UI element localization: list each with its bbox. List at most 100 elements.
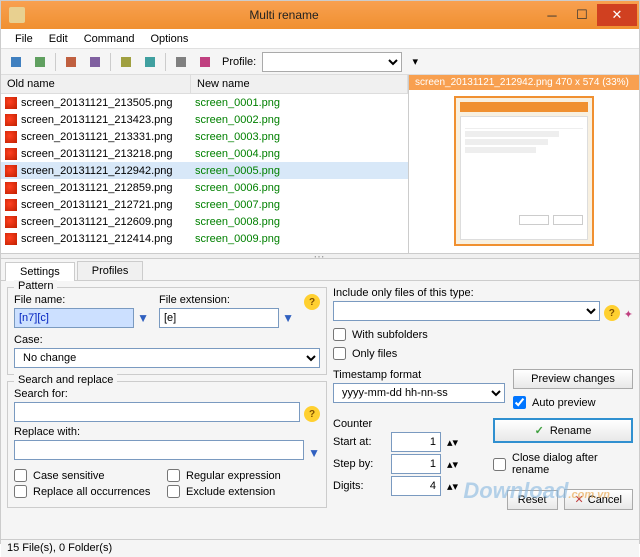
auto-preview-checkbox[interactable] [513, 396, 526, 409]
tool-icon-3[interactable] [60, 51, 82, 73]
x-icon: ✕ [575, 493, 584, 506]
case-sensitive-checkbox[interactable] [14, 469, 27, 482]
replace-with-input[interactable] [14, 440, 304, 460]
case-label: Case: [14, 334, 320, 346]
step-by-input[interactable] [391, 454, 441, 474]
tool-icon-1[interactable] [5, 51, 27, 73]
app-icon [9, 7, 25, 23]
digits-input[interactable] [391, 476, 441, 496]
file-new-name: screen_0004.png [195, 148, 280, 160]
preview-pane: screen_20131121_212942.png 470 x 574 (33… [409, 75, 639, 253]
with-subfolders-label: With subfolders [352, 329, 428, 341]
menu-options[interactable]: Options [142, 31, 196, 47]
close-after-checkbox[interactable] [493, 458, 506, 471]
only-files-label: Only files [352, 348, 397, 360]
step-spinner-icon[interactable]: ▴▾ [447, 458, 458, 471]
search-for-label: Search for: [14, 388, 300, 400]
file-new-name: screen_0009.png [195, 233, 280, 245]
extension-label: File extension: [159, 294, 294, 306]
auto-preview-label: Auto preview [532, 397, 596, 409]
window-title: Multi rename [31, 8, 537, 22]
profile-dropdown-icon[interactable]: ▾ [404, 51, 426, 73]
file-old-name: screen_20131121_212609.png [21, 216, 195, 228]
status-bar: 15 File(s), 0 Folder(s) [1, 539, 639, 557]
menu-command[interactable]: Command [76, 31, 143, 47]
file-icon [5, 165, 17, 177]
tool-icon-2[interactable] [29, 51, 51, 73]
extension-input[interactable] [159, 308, 279, 328]
close-button[interactable]: ✕ [597, 4, 637, 26]
replace-dropdown-icon[interactable]: ▼ [308, 446, 320, 460]
column-new-name[interactable]: New name [191, 75, 408, 93]
pattern-help-icon[interactable]: ? [304, 294, 320, 310]
column-old-name[interactable]: Old name [1, 75, 191, 93]
file-icon [5, 199, 17, 211]
case-sensitive-label: Case sensitive [33, 470, 105, 482]
with-subfolders-checkbox[interactable] [333, 328, 346, 341]
tool-icon-6[interactable] [139, 51, 161, 73]
file-icon [5, 216, 17, 228]
cancel-button[interactable]: ✕Cancel [564, 489, 633, 510]
case-select[interactable]: No change [14, 348, 320, 368]
file-row[interactable]: screen_20131121_213218.pngscreen_0004.pn… [1, 145, 408, 162]
start-spinner-icon[interactable]: ▴▾ [447, 436, 458, 449]
minimize-button[interactable]: ─ [537, 4, 567, 26]
file-old-name: screen_20131121_213218.png [21, 148, 195, 160]
file-new-name: screen_0003.png [195, 131, 280, 143]
tab-profiles[interactable]: Profiles [77, 261, 144, 280]
timestamp-label: Timestamp format [333, 369, 505, 381]
replace-all-checkbox[interactable] [14, 485, 27, 498]
include-help-icon[interactable]: ? [604, 305, 620, 321]
digits-spinner-icon[interactable]: ▴▾ [447, 480, 458, 493]
tool-icon-4[interactable] [84, 51, 106, 73]
file-old-name: screen_20131121_212414.png [21, 233, 195, 245]
include-types-select[interactable] [333, 301, 600, 321]
menu-edit[interactable]: Edit [41, 31, 76, 47]
file-row[interactable]: screen_20131121_212859.pngscreen_0006.pn… [1, 179, 408, 196]
tool-icon-7[interactable] [170, 51, 192, 73]
file-list[interactable]: Old name New name screen_20131121_213505… [1, 75, 409, 253]
regex-checkbox[interactable] [167, 469, 180, 482]
file-row[interactable]: screen_20131121_212721.pngscreen_0007.pn… [1, 196, 408, 213]
filename-dropdown-icon[interactable]: ▼ [137, 311, 149, 325]
counter-label: Counter [333, 418, 485, 430]
maximize-button[interactable]: ☐ [567, 4, 597, 26]
rename-button[interactable]: ✓Rename [493, 418, 633, 443]
file-row[interactable]: screen_20131121_213423.pngscreen_0002.pn… [1, 111, 408, 128]
file-new-name: screen_0001.png [195, 97, 280, 109]
wand-icon[interactable]: ✦ [624, 308, 633, 321]
file-old-name: screen_20131121_213331.png [21, 131, 195, 143]
profile-select[interactable] [262, 52, 402, 72]
file-new-name: screen_0005.png [195, 165, 280, 177]
file-icon [5, 131, 17, 143]
file-row[interactable]: screen_20131121_213331.pngscreen_0003.pn… [1, 128, 408, 145]
check-icon: ✓ [535, 424, 544, 437]
start-at-label: Start at: [333, 436, 385, 448]
search-group-title: Search and replace [14, 374, 117, 386]
file-row[interactable]: screen_20131121_213505.pngscreen_0001.pn… [1, 94, 408, 111]
file-row[interactable]: screen_20131121_212609.pngscreen_0008.pn… [1, 213, 408, 230]
tool-icon-5[interactable] [115, 51, 137, 73]
timestamp-select[interactable]: yyyy-mm-dd hh-nn-ss [333, 383, 505, 403]
file-row[interactable]: screen_20131121_212942.pngscreen_0005.pn… [1, 162, 408, 179]
menu-file[interactable]: File [7, 31, 41, 47]
pattern-group-title: Pattern [14, 280, 57, 292]
extension-dropdown-icon[interactable]: ▼ [282, 311, 294, 325]
exclude-ext-checkbox[interactable] [167, 485, 180, 498]
file-icon [5, 233, 17, 245]
start-at-input[interactable] [391, 432, 441, 452]
file-icon [5, 148, 17, 160]
search-for-input[interactable] [14, 402, 300, 422]
replace-all-label: Replace all occurrences [33, 486, 150, 498]
file-new-name: screen_0008.png [195, 216, 280, 228]
only-files-checkbox[interactable] [333, 347, 346, 360]
file-row[interactable]: screen_20131121_212414.pngscreen_0009.pn… [1, 230, 408, 247]
include-types-label: Include only files of this type: [333, 287, 600, 299]
search-help-icon[interactable]: ? [304, 406, 320, 422]
filename-input[interactable] [14, 308, 134, 328]
reset-button[interactable]: Reset [507, 490, 558, 510]
preview-info: screen_20131121_212942.png 470 x 574 (33… [409, 75, 639, 90]
tab-settings[interactable]: Settings [5, 262, 75, 281]
preview-changes-button[interactable]: Preview changes [513, 369, 633, 389]
tool-icon-8[interactable] [194, 51, 216, 73]
